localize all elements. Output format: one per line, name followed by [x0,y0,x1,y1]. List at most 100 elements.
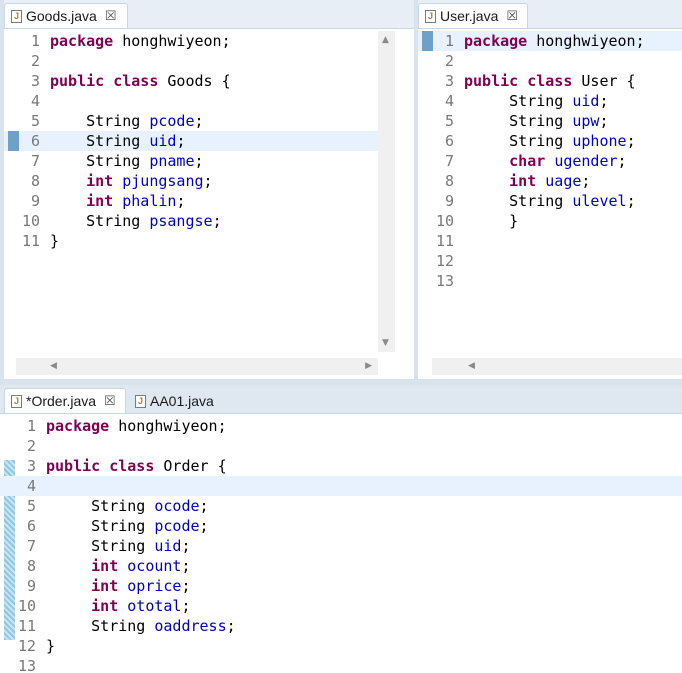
tab-goods-java[interactable]: J Goods.java ☒ [4,3,128,28]
code-line[interactable]: 6 String pcode; [0,516,682,536]
code-line[interactable]: 7 char ugender; [418,151,682,171]
line-number: 12 [17,637,36,655]
line-text: package honghwiyeon; [464,31,645,51]
goods-code-area[interactable]: 1 package honghwiyeon; 2 3 public class Good… [4,31,380,251]
order-tab-bar: J *Order.java ☒ J AA01.java [0,385,682,414]
code-line[interactable]: 10 String psangse; [4,211,380,231]
code-token: ; [181,537,191,555]
code-token: Order { [154,457,227,475]
code-line[interactable]: 8 int uage; [418,171,682,191]
scroll-up-icon[interactable]: ▲ [382,35,389,45]
code-line[interactable]: 9 String ulevel; [418,191,682,211]
code-line[interactable]: 6 String uid; [4,131,380,151]
user-code-area[interactable]: 1 package honghwiyeon; 2 3 public class User… [418,31,682,291]
code-line[interactable]: 5 String pcode; [4,111,380,131]
code-token: ; [203,172,213,190]
tab-order-java[interactable]: J *Order.java ☒ [4,388,126,413]
code-line[interactable]: 2 [418,51,682,71]
code-line[interactable]: 1 package honghwiyeon; [418,31,682,51]
line-number: 2 [444,52,454,70]
close-icon[interactable]: ☒ [506,8,518,24]
close-icon[interactable]: ☒ [105,8,117,24]
code-line[interactable]: 7 String pname; [4,151,380,171]
code-line[interactable]: 8 int pjungsang; [4,171,380,191]
line-number: 3 [444,72,454,90]
scroll-right-icon[interactable]: ▶ [365,361,372,371]
line-text: package honghwiyeon; [50,31,231,51]
code-line[interactable]: 8 int ocount; [0,556,682,576]
code-token: String [50,152,150,170]
code-line[interactable]: 12 [418,251,682,271]
code-token: String [46,497,155,515]
goods-vertical-scrollbar[interactable]: ▲ ▼ [378,31,395,352]
goods-horizontal-scrollbar[interactable]: ◀ ▶ [16,358,378,375]
code-token: Goods { [158,72,231,90]
scroll-left-icon[interactable]: ◀ [50,361,57,371]
line-number: 5 [444,112,454,130]
code-line[interactable]: 3 public class Goods { [4,71,380,91]
java-file-icon: J [11,394,22,408]
tab-user-java[interactable]: J User.java ☒ [418,3,528,28]
code-line[interactable]: 9 int phalin; [4,191,380,211]
code-line[interactable]: 2 [0,436,682,456]
field-token: uid [149,132,177,150]
line-number: 9 [30,192,40,210]
code-token: } [46,637,56,655]
line-text: String oaddress; [46,616,236,636]
code-line[interactable]: 10 } [418,211,682,231]
code-line[interactable]: 3 public class Order { [0,456,682,476]
keyword-token: int [91,597,119,615]
code-line[interactable]: 5 String ocode; [0,496,682,516]
code-line[interactable]: 7 String uid; [0,536,682,556]
code-line[interactable]: 11 String oaddress; [0,616,682,636]
order-code-area[interactable]: 1 package honghwiyeon; 2 3 public class Orde… [0,416,682,673]
field-token: upw [572,112,600,130]
code-line[interactable]: 4 [0,476,682,496]
code-token: String [464,92,573,110]
keyword-token: public [46,457,101,475]
code-line[interactable]: 13 [0,656,682,673]
line-number: 7 [30,152,40,170]
scroll-down-icon[interactable]: ▼ [382,338,389,348]
scroll-left-icon[interactable]: ◀ [468,361,475,371]
user-horizontal-scrollbar[interactable]: ◀ [432,358,682,375]
code-line[interactable]: 13 [418,271,682,291]
code-line[interactable]: 11} [4,231,380,251]
code-line[interactable]: 2 [4,51,380,71]
code-token: User { [572,72,636,90]
line-number: 3 [30,72,40,90]
line-number: 2 [26,437,36,455]
line-number: 1 [26,417,36,435]
code-token: ; [599,112,609,130]
code-token: ; [199,517,209,535]
code-token: honghwiyeon; [113,32,231,50]
code-line[interactable]: 4 [4,91,380,111]
field-token: pjungsang [122,172,204,190]
line-number: 6 [30,132,40,150]
line-number: 2 [30,52,40,70]
code-line[interactable]: 1 package honghwiyeon; [4,31,380,51]
line-text: String upw; [464,111,609,131]
code-line[interactable]: 12} [0,636,682,656]
field-token: ocount [127,557,182,575]
code-line[interactable]: 11 [418,231,682,251]
code-line[interactable]: 5 String upw; [418,111,682,131]
close-icon[interactable]: ☒ [104,393,116,409]
line-text: String uid; [50,131,185,151]
keyword-token: public [50,72,105,90]
code-line[interactable]: 10 int ototal; [0,596,682,616]
line-text: String ocode; [46,496,208,516]
code-line[interactable]: 1 package honghwiyeon; [0,416,682,436]
tab-label: AA01.java [150,393,214,409]
code-line[interactable]: 3 public class User { [418,71,682,91]
tab-aa01-java[interactable]: J AA01.java [128,388,228,413]
code-line[interactable]: 9 int oprice; [0,576,682,596]
code-line[interactable]: 4 String uid; [418,91,682,111]
code-line[interactable]: 6 String uphone; [418,131,682,151]
